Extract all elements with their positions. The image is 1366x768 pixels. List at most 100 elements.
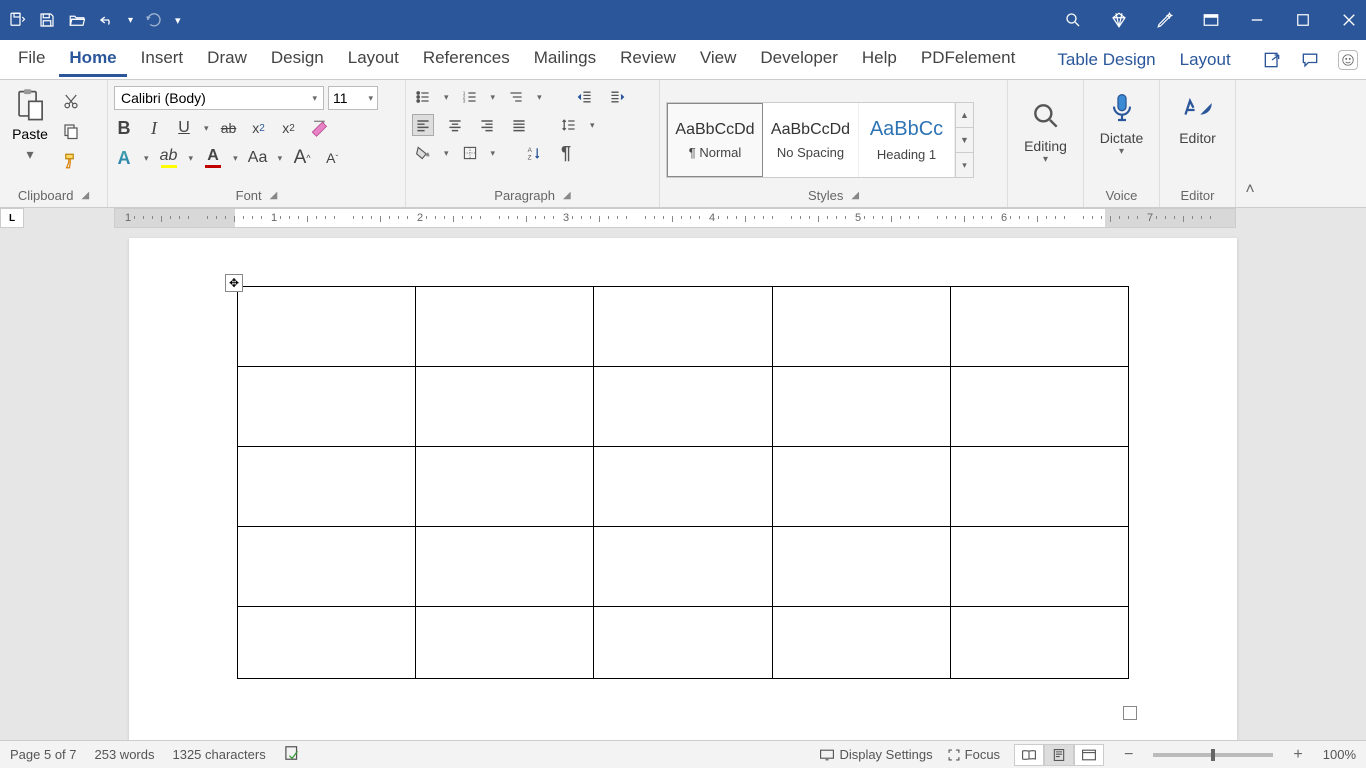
underline-button[interactable]: U xyxy=(174,116,194,140)
highlight-button[interactable]: ab xyxy=(159,146,179,170)
borders-button[interactable] xyxy=(459,142,481,164)
paste-dropdown-icon[interactable]: ▾ xyxy=(26,146,33,163)
sort-button[interactable]: AZ xyxy=(523,142,545,164)
table-cell[interactable] xyxy=(238,287,416,367)
strikethrough-button[interactable]: ab xyxy=(219,116,239,140)
copy-icon[interactable] xyxy=(60,120,82,142)
autosave-icon[interactable] xyxy=(8,11,26,29)
clear-formatting-button[interactable] xyxy=(309,116,329,140)
table-cell[interactable] xyxy=(772,447,950,527)
table-cell[interactable] xyxy=(772,287,950,367)
table-cell[interactable] xyxy=(594,607,772,679)
paragraph-dialog-icon[interactable]: ◢ xyxy=(563,190,571,201)
format-painter-icon[interactable] xyxy=(60,150,82,172)
table-cell[interactable] xyxy=(238,447,416,527)
style-no-spacing[interactable]: AaBbCcDdNo Spacing xyxy=(763,103,859,177)
redo-icon[interactable] xyxy=(145,11,163,29)
multilevel-list-button[interactable] xyxy=(505,86,527,108)
collapse-ribbon-icon[interactable]: ˄ xyxy=(1236,80,1264,207)
read-mode-button[interactable] xyxy=(1014,744,1044,766)
italic-button[interactable]: I xyxy=(144,116,164,140)
tab-view[interactable]: View xyxy=(690,42,747,77)
zoom-out-button[interactable]: − xyxy=(1118,746,1139,764)
tab-layout[interactable]: Layout xyxy=(338,42,409,77)
bullets-button[interactable] xyxy=(412,86,434,108)
style--normal[interactable]: AaBbCcDd¶ Normal xyxy=(667,103,763,177)
table-cell[interactable] xyxy=(238,367,416,447)
table-cell[interactable] xyxy=(416,607,594,679)
tab-mailings[interactable]: Mailings xyxy=(524,42,606,77)
table-move-handle[interactable]: ✥ xyxy=(225,274,243,292)
table-cell[interactable] xyxy=(772,527,950,607)
diamond-icon[interactable] xyxy=(1110,11,1128,29)
styles-gallery-spinner[interactable]: ▲▼▾ xyxy=(956,102,974,178)
shrink-font-button[interactable]: Aˇ xyxy=(322,146,342,170)
decrease-indent-button[interactable] xyxy=(574,86,596,108)
paste-button[interactable]: Paste ▾ xyxy=(6,84,54,163)
align-right-button[interactable] xyxy=(476,114,498,136)
table-cell[interactable] xyxy=(594,367,772,447)
zoom-in-button[interactable]: + xyxy=(1287,746,1308,764)
feedback-smiley-icon[interactable] xyxy=(1338,50,1358,70)
superscript-button[interactable]: x2 xyxy=(279,116,299,140)
underline-dropdown[interactable]: ▾ xyxy=(204,123,209,134)
table-cell[interactable] xyxy=(238,607,416,679)
comments-icon[interactable] xyxy=(1300,50,1320,70)
table-cell[interactable] xyxy=(416,447,594,527)
font-name-combo[interactable]: Calibri (Body)▾ xyxy=(114,86,324,110)
align-center-button[interactable] xyxy=(444,114,466,136)
undo-dropdown[interactable]: ▾ xyxy=(128,15,133,26)
search-icon[interactable] xyxy=(1064,11,1082,29)
tab-developer[interactable]: Developer xyxy=(750,42,848,77)
line-spacing-button[interactable] xyxy=(558,114,580,136)
table-cell[interactable] xyxy=(950,527,1128,607)
tab-design[interactable]: Design xyxy=(261,42,334,77)
editor-button[interactable]: Editor xyxy=(1162,84,1234,146)
minimize-icon[interactable] xyxy=(1248,11,1266,29)
pen-sparkle-icon[interactable] xyxy=(1156,11,1174,29)
tab-insert[interactable]: Insert xyxy=(131,42,194,77)
table-cell[interactable] xyxy=(416,527,594,607)
tab-references[interactable]: References xyxy=(413,42,520,77)
styles-gallery[interactable]: AaBbCcDd¶ NormalAaBbCcDdNo SpacingAaBbCc… xyxy=(666,102,956,178)
table-cell[interactable] xyxy=(950,607,1128,679)
font-dialog-icon[interactable]: ◢ xyxy=(270,190,278,201)
zoom-level[interactable]: 100% xyxy=(1323,747,1356,762)
tab-layout[interactable]: Layout xyxy=(1170,44,1241,76)
close-icon[interactable] xyxy=(1340,11,1358,29)
maximize-icon[interactable] xyxy=(1294,11,1312,29)
spellcheck-icon[interactable] xyxy=(284,745,302,764)
table-resize-handle[interactable] xyxy=(1123,706,1137,720)
font-size-combo[interactable]: 11▾ xyxy=(328,86,378,110)
align-left-button[interactable] xyxy=(412,114,434,136)
table-cell[interactable] xyxy=(238,527,416,607)
undo-icon[interactable] xyxy=(98,11,116,29)
justify-button[interactable] xyxy=(508,114,530,136)
page[interactable]: ✥ xyxy=(129,238,1237,740)
table-cell[interactable] xyxy=(950,367,1128,447)
table-cell[interactable] xyxy=(416,367,594,447)
display-settings-button[interactable]: Display Settings xyxy=(819,747,932,762)
styles-dialog-icon[interactable]: ◢ xyxy=(851,190,859,201)
document-area[interactable]: ✥ xyxy=(0,228,1366,740)
tab-help[interactable]: Help xyxy=(852,42,907,77)
dictate-button[interactable]: Dictate ▾ xyxy=(1086,84,1158,157)
editing-button[interactable]: Editing ▾ xyxy=(1010,92,1082,165)
clipboard-dialog-icon[interactable]: ◢ xyxy=(81,190,89,201)
tab-review[interactable]: Review xyxy=(610,42,686,77)
table-cell[interactable] xyxy=(594,447,772,527)
shading-button[interactable] xyxy=(412,142,434,164)
focus-button[interactable]: Focus xyxy=(947,747,1000,762)
table-cell[interactable] xyxy=(416,287,594,367)
table-cell[interactable] xyxy=(594,527,772,607)
table-cell[interactable] xyxy=(772,607,950,679)
ribbon-mode-icon[interactable] xyxy=(1202,11,1220,29)
tab-draw[interactable]: Draw xyxy=(197,42,257,77)
table-cell[interactable] xyxy=(772,367,950,447)
web-layout-button[interactable] xyxy=(1074,744,1104,766)
tab-selector[interactable]: L xyxy=(0,208,24,228)
tab-file[interactable]: File xyxy=(8,42,55,77)
horizontal-ruler[interactable]: 11234567 xyxy=(114,208,1236,228)
text-effects-button[interactable]: A xyxy=(114,146,134,170)
bold-button[interactable]: B xyxy=(114,116,134,140)
